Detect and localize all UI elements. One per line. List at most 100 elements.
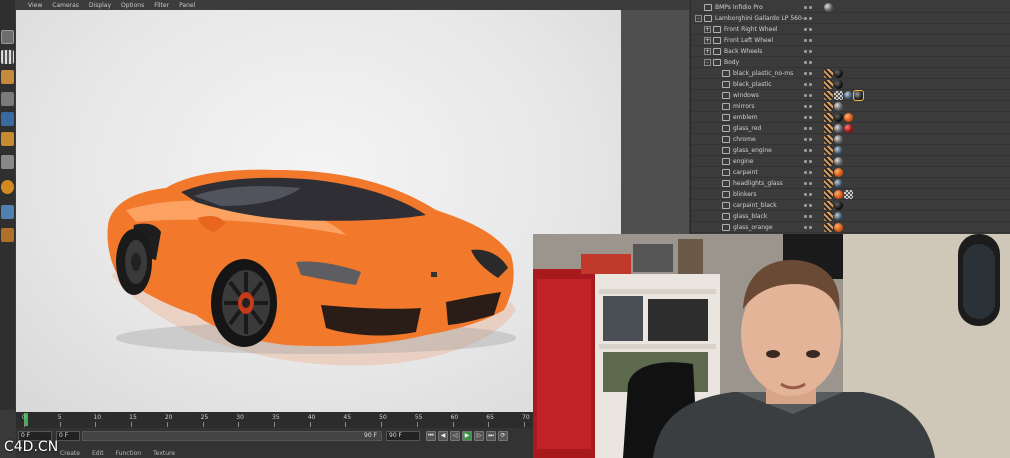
tree-toggle-icon[interactable]: + bbox=[704, 36, 711, 44]
viewport-menu-view[interactable]: View bbox=[28, 2, 42, 9]
previous-key-button[interactable]: ◀ bbox=[438, 431, 448, 441]
phong-tag-icon[interactable] bbox=[824, 167, 833, 177]
phong-tag-icon[interactable] bbox=[824, 123, 833, 133]
object-row[interactable]: + Front Right Wheel bbox=[691, 24, 1010, 35]
object-row[interactable]: windows bbox=[691, 89, 1010, 101]
visibility-dots-icon[interactable] bbox=[804, 190, 816, 199]
phong-tag-icon[interactable] bbox=[824, 134, 833, 144]
viewport-menu-display[interactable]: Display bbox=[89, 2, 111, 9]
object-row[interactable]: black_plastic bbox=[691, 79, 1010, 90]
material-tag-icon[interactable] bbox=[834, 189, 843, 199]
object-row[interactable]: carpaint_black bbox=[691, 200, 1010, 211]
material-tag-icon[interactable] bbox=[834, 101, 843, 111]
magnet-tool-icon[interactable] bbox=[1, 180, 14, 194]
material-tag-icon[interactable] bbox=[844, 112, 853, 122]
material-tag-icon[interactable] bbox=[844, 189, 853, 199]
phong-tag-icon[interactable] bbox=[824, 222, 833, 232]
phong-tag-icon[interactable] bbox=[824, 200, 833, 210]
viewport-menu-options[interactable]: Options bbox=[121, 2, 144, 9]
snap-tool-icon[interactable] bbox=[1, 205, 14, 219]
phong-tag-icon[interactable] bbox=[824, 90, 833, 100]
phong-tag-icon[interactable] bbox=[824, 79, 833, 89]
camera-tool-icon[interactable] bbox=[1, 112, 14, 126]
object-row[interactable]: engine bbox=[691, 156, 1010, 167]
object-label[interactable]: Front Left Wheel bbox=[724, 37, 814, 44]
cube-tool-icon[interactable] bbox=[1, 30, 14, 44]
visibility-dots-icon[interactable] bbox=[804, 3, 816, 12]
material-tag-icon[interactable] bbox=[834, 79, 843, 89]
visibility-dots-icon[interactable] bbox=[804, 201, 816, 210]
material-tag-icon[interactable] bbox=[844, 90, 853, 100]
visibility-dots-icon[interactable] bbox=[804, 179, 816, 188]
floor-tool-icon[interactable] bbox=[1, 155, 14, 169]
visibility-dots-icon[interactable] bbox=[804, 124, 816, 133]
object-row[interactable]: glass_engine bbox=[691, 145, 1010, 156]
next-frame-button[interactable]: ▷ bbox=[474, 431, 484, 441]
phong-tag-icon[interactable] bbox=[824, 189, 833, 199]
object-row[interactable]: chrome bbox=[691, 134, 1010, 145]
workplane-tool-icon[interactable] bbox=[1, 228, 14, 242]
loop-button[interactable]: ⟳ bbox=[498, 431, 508, 441]
visibility-dots-icon[interactable] bbox=[804, 80, 816, 89]
visibility-dots-icon[interactable] bbox=[804, 157, 816, 166]
object-label[interactable]: Body bbox=[724, 59, 814, 66]
phong-tag-icon[interactable] bbox=[824, 156, 833, 166]
viewport-menu-filter[interactable]: Filter bbox=[154, 2, 169, 9]
object-row[interactable]: mirrors bbox=[691, 101, 1010, 112]
visibility-dots-icon[interactable] bbox=[804, 36, 816, 45]
subdivision-tool-icon[interactable] bbox=[1, 50, 14, 64]
object-row[interactable]: glass_orange bbox=[691, 222, 1010, 233]
visibility-dots-icon[interactable] bbox=[804, 223, 816, 232]
visibility-dots-icon[interactable] bbox=[804, 69, 816, 78]
material-tag-icon[interactable] bbox=[834, 145, 843, 155]
timeline-ruler[interactable]: 0 5 10 15 20 25 30 35 40 45 50 55 60 65 70 bbox=[16, 412, 533, 428]
viewport-menu-cameras[interactable]: Cameras bbox=[52, 2, 79, 9]
tree-toggle-icon[interactable]: + bbox=[704, 25, 711, 33]
material-menu-function[interactable]: Function bbox=[116, 450, 142, 457]
phong-tag-icon[interactable] bbox=[824, 68, 833, 78]
material-tag-icon[interactable] bbox=[834, 68, 843, 78]
phong-tag-icon[interactable] bbox=[824, 112, 833, 122]
material-tag-icon[interactable] bbox=[834, 123, 843, 133]
visibility-dots-icon[interactable] bbox=[804, 91, 816, 100]
visibility-dots-icon[interactable] bbox=[804, 168, 816, 177]
go-to-start-button[interactable]: ⏮ bbox=[426, 431, 436, 441]
object-row[interactable]: carpaint bbox=[691, 167, 1010, 178]
preview-range-slider[interactable]: 90 F bbox=[82, 431, 382, 441]
tree-toggle-icon[interactable]: + bbox=[704, 47, 711, 55]
viewport-menu-panel[interactable]: Panel bbox=[179, 2, 195, 9]
object-row[interactable]: glass_black bbox=[691, 211, 1010, 222]
visibility-dots-icon[interactable] bbox=[804, 135, 816, 144]
material-tag-icon[interactable] bbox=[834, 200, 843, 210]
material-menu-edit[interactable]: Edit bbox=[92, 450, 104, 457]
material-tag-icon[interactable] bbox=[824, 2, 833, 12]
end-frame-field[interactable]: 90 F bbox=[386, 431, 420, 441]
visibility-dots-icon[interactable] bbox=[804, 146, 816, 155]
material-tag-icon[interactable] bbox=[834, 178, 843, 188]
object-label[interactable]: Back Wheels bbox=[724, 48, 814, 55]
tree-toggle-icon[interactable]: - bbox=[704, 58, 711, 66]
previous-frame-button[interactable]: ◁ bbox=[450, 431, 460, 441]
material-menu-texture[interactable]: Texture bbox=[153, 450, 175, 457]
material-tag-icon[interactable] bbox=[834, 156, 843, 166]
material-tag-icon[interactable] bbox=[834, 222, 843, 232]
object-row[interactable]: - Lamborghini Gallardo LP 560-4 bbox=[691, 13, 1010, 24]
phong-tag-icon[interactable] bbox=[824, 145, 833, 155]
material-tag-icon[interactable] bbox=[853, 89, 864, 101]
material-tag-icon[interactable] bbox=[834, 112, 843, 122]
visibility-dots-icon[interactable] bbox=[804, 113, 816, 122]
object-row[interactable]: + Back Wheels bbox=[691, 46, 1010, 57]
object-row[interactable]: headlights_glass bbox=[691, 178, 1010, 189]
object-label[interactable]: Lamborghini Gallardo LP 560-4 bbox=[715, 15, 805, 22]
tree-toggle-icon[interactable]: - bbox=[695, 14, 702, 22]
visibility-dots-icon[interactable] bbox=[804, 25, 816, 34]
light-tool-icon[interactable] bbox=[1, 132, 14, 146]
visibility-dots-icon[interactable] bbox=[804, 47, 816, 56]
object-row[interactable]: black_plastic_no-ms bbox=[691, 68, 1010, 79]
object-row[interactable]: - Body bbox=[691, 57, 1010, 68]
object-row[interactable]: glass_red bbox=[691, 123, 1010, 134]
go-to-end-button[interactable]: ⏭ bbox=[486, 431, 496, 441]
visibility-dots-icon[interactable] bbox=[804, 102, 816, 111]
material-tag-icon[interactable] bbox=[844, 123, 853, 133]
phong-tag-icon[interactable] bbox=[824, 211, 833, 221]
